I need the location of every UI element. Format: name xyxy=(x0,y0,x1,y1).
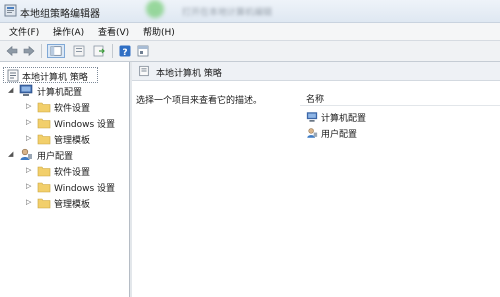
expand-triangle-icon[interactable]: ▷ xyxy=(26,166,34,175)
export-list-icon[interactable] xyxy=(92,44,106,58)
back-arrow-icon[interactable] xyxy=(5,44,19,58)
tree-item-user-windows[interactable]: ▷ Windows 设置 xyxy=(26,179,126,195)
details-header: 本地计算机 策略 xyxy=(132,62,500,81)
expand-triangle-icon[interactable]: ▷ xyxy=(26,102,34,111)
details-header-title: 本地计算机 策略 xyxy=(156,69,222,79)
tree-item-label: 用户配置 xyxy=(37,152,74,162)
tree-item-computer-software[interactable]: ▷ 软件设置 xyxy=(26,99,126,115)
tree-item-computer-windows[interactable]: ▷ Windows 设置 xyxy=(26,115,126,131)
folder-icon xyxy=(37,198,51,209)
tree-item-label: 计算机配置 xyxy=(37,88,83,98)
user-icon xyxy=(20,148,32,160)
details-pane: 本地计算机 策略 选择一个项目来查看它的描述。 名称 计算机配置 用户配置 xyxy=(132,62,500,297)
folder-icon xyxy=(37,102,51,113)
expand-triangle-icon[interactable]: ▷ xyxy=(26,118,34,127)
toolbar-separator xyxy=(112,44,113,58)
tree-item-label: 管理模板 xyxy=(54,136,91,146)
svg-text:?: ? xyxy=(122,48,127,58)
tree-item-label: 管理模板 xyxy=(54,200,91,210)
help-icon[interactable]: ? xyxy=(118,44,132,58)
tree-item-user-admin-templates[interactable]: ▷ 管理模板 xyxy=(26,195,126,211)
tree-item-label: Windows 设置 xyxy=(54,184,116,194)
collapse-triangle-icon[interactable]: ◢ xyxy=(8,86,16,95)
expand-triangle-icon[interactable]: ▷ xyxy=(26,198,34,207)
show-hide-tree-icon[interactable] xyxy=(47,44,65,58)
folder-icon xyxy=(37,166,51,177)
view-icon[interactable] xyxy=(136,44,150,58)
tree-item-computer-admin-templates[interactable]: ▷ 管理模板 xyxy=(26,131,126,147)
user-icon xyxy=(307,128,318,138)
toolbar-separator xyxy=(41,44,42,58)
list-item-label: 计算机配置 xyxy=(321,114,367,124)
toolbar: ? xyxy=(0,41,500,62)
details-description: 选择一个项目来查看它的描述。 xyxy=(136,96,263,106)
computer-icon xyxy=(19,84,33,96)
column-name-label: 名称 xyxy=(306,95,325,105)
title-bar: 本地组策略编辑器 打开在本地计算机编辑 xyxy=(0,0,500,23)
menu-bar: 文件(F) 操作(A) 查看(V) 帮助(H) xyxy=(0,23,500,41)
folder-icon xyxy=(37,182,51,193)
menu-action[interactable]: 操作(A) xyxy=(53,25,84,38)
expand-triangle-icon[interactable]: ▷ xyxy=(26,134,34,143)
menu-file[interactable]: 文件(F) xyxy=(9,25,39,38)
forward-arrow-icon[interactable] xyxy=(22,44,36,58)
tree-item-label: Windows 设置 xyxy=(54,120,116,130)
window-title: 本地组策略编辑器 xyxy=(20,9,100,20)
tree-root-label: 本地计算机 策略 xyxy=(22,73,88,83)
tree-item-label: 软件设置 xyxy=(54,104,91,114)
folder-icon xyxy=(37,118,51,129)
list-item-label: 用户配置 xyxy=(321,130,358,140)
expand-triangle-icon[interactable]: ▷ xyxy=(26,182,34,191)
tree-item-user-software[interactable]: ▷ 软件设置 xyxy=(26,163,126,179)
menu-help[interactable]: 帮助(H) xyxy=(143,25,175,38)
properties-icon[interactable] xyxy=(72,44,86,58)
menu-view[interactable]: 查看(V) xyxy=(98,25,129,38)
list-column-header[interactable]: 名称 xyxy=(300,89,500,106)
policy-document-icon xyxy=(139,65,149,77)
tree-item-label: 软件设置 xyxy=(54,168,91,178)
folder-icon xyxy=(37,134,51,145)
policy-editor-icon xyxy=(4,4,17,17)
tree-item-user-config[interactable]: ◢ 用户配置 xyxy=(8,147,126,163)
tree-item-computer-config[interactable]: ◢ 计算机配置 xyxy=(8,83,126,99)
tree-pane: 本地计算机 策略 ◢ 计算机配置 ▷ 软件设置 ▷ Windows 设置 ▷ 管… xyxy=(0,62,130,297)
collapse-triangle-icon[interactable]: ◢ xyxy=(8,150,16,159)
policy-document-icon xyxy=(7,69,19,82)
blurred-caption: 打开在本地计算机编辑 xyxy=(182,8,273,18)
blurred-badge xyxy=(146,0,164,18)
computer-icon xyxy=(306,112,318,122)
tree-root[interactable]: 本地计算机 策略 xyxy=(3,67,98,83)
